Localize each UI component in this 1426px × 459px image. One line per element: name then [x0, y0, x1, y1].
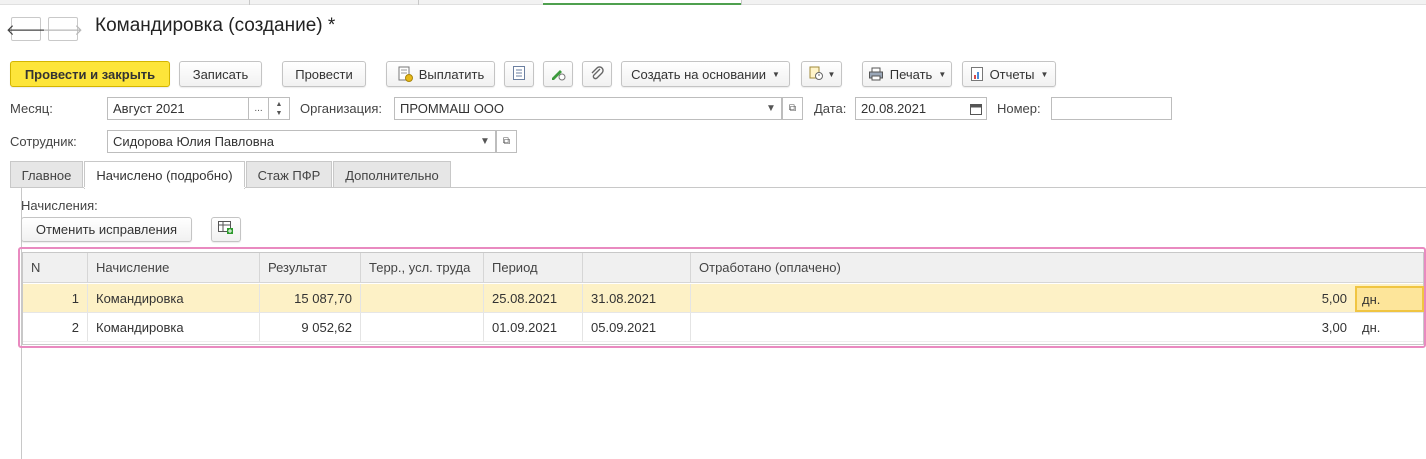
- chevron-down-icon: ▼: [938, 69, 947, 79]
- create-based-on-label: Создать на основании: [631, 66, 766, 82]
- pay-button[interactable]: Выплатить: [386, 61, 495, 87]
- journal-button[interactable]: [504, 61, 534, 87]
- create-based-on-button[interactable]: Создать на основании ▼: [621, 61, 790, 87]
- month-select-button[interactable]: ...: [248, 97, 269, 120]
- chevron-down-icon: ▼: [1040, 69, 1049, 79]
- tab-accrued-detailed[interactable]: Начислено (подробно): [84, 161, 245, 189]
- open-employee-button[interactable]: ⧉: [496, 130, 517, 153]
- number-label: Номер:: [997, 101, 1041, 116]
- forward-button[interactable]: 🡒: [43, 17, 83, 41]
- save-button[interactable]: Записать: [179, 61, 262, 87]
- employee-label: Сотрудник:: [10, 134, 77, 149]
- window-tab-separator: [418, 0, 419, 5]
- post-and-close-button[interactable]: Провести и закрыть: [10, 61, 170, 87]
- tab-pfr-experience[interactable]: Стаж ПФР: [246, 161, 332, 188]
- chevron-down-icon[interactable]: ▼: [762, 98, 780, 119]
- stepper-up-icon[interactable]: ▲: [276, 100, 283, 109]
- page-title: Командировка (создание) *: [95, 15, 336, 36]
- window-tab-separator: [249, 0, 250, 5]
- month-label: Месяц:: [10, 101, 53, 116]
- post-button[interactable]: Провести: [282, 61, 366, 87]
- print-button-label: Печать: [889, 66, 933, 82]
- open-item-icon: ⧉: [788, 103, 797, 114]
- pay-document-icon: [397, 66, 413, 82]
- organization-label: Организация:: [300, 101, 383, 116]
- accruals-label: Начисления:: [21, 198, 98, 213]
- active-tab-gap: [84, 187, 245, 188]
- tab-additional[interactable]: Дополнительно: [333, 161, 451, 188]
- cancel-corrections-button[interactable]: Отменить исправления: [21, 217, 192, 242]
- window-tab-separator: [741, 0, 742, 5]
- date-label: Дата:: [814, 101, 847, 116]
- window-tab-active[interactable]: [543, 0, 741, 5]
- highlight-frame: [18, 247, 1426, 348]
- back-button[interactable]: 🡐: [6, 17, 46, 41]
- arrow-right-icon: 🡒: [42, 21, 84, 39]
- calendar-icon[interactable]: [966, 98, 986, 119]
- table-add-icon: [218, 221, 234, 238]
- chevron-down-icon[interactable]: ▼: [476, 131, 494, 152]
- month-field[interactable]: Август 2021: [107, 97, 249, 120]
- attach-files-button[interactable]: [582, 61, 612, 87]
- arrow-left-icon: 🡐: [5, 21, 47, 39]
- print-button[interactable]: Печать ▼: [862, 61, 952, 87]
- pen-gear-icon: [550, 65, 566, 84]
- reports-button[interactable]: Отчеты ▼: [962, 61, 1056, 87]
- number-field[interactable]: [1051, 97, 1172, 120]
- list-document-icon: [512, 65, 526, 84]
- open-organization-button[interactable]: ⧉: [782, 97, 803, 120]
- notes-dropdown-button[interactable]: ▼: [801, 61, 842, 87]
- reports-button-label: Отчеты: [989, 66, 1035, 82]
- report-chart-icon: [970, 66, 984, 82]
- chevron-down-icon: ▼: [771, 69, 780, 79]
- add-table-button[interactable]: [211, 217, 241, 242]
- printer-icon: [868, 66, 884, 82]
- open-item-icon: ⧉: [502, 136, 511, 147]
- employee-field[interactable]: Сидорова Юлия Павловна: [107, 130, 496, 153]
- paperclip-icon: [589, 65, 605, 84]
- edit-structure-button[interactable]: [543, 61, 573, 87]
- stepper-down-icon[interactable]: ▼: [276, 109, 283, 118]
- document-clock-icon: [808, 65, 824, 84]
- organization-field[interactable]: ПРОММАШ ООО: [394, 97, 782, 120]
- month-stepper[interactable]: ▲ ▼: [268, 97, 290, 120]
- pay-button-label: Выплатить: [418, 66, 485, 82]
- tab-main[interactable]: Главное: [10, 161, 83, 188]
- chevron-down-icon: ▼: [827, 69, 836, 79]
